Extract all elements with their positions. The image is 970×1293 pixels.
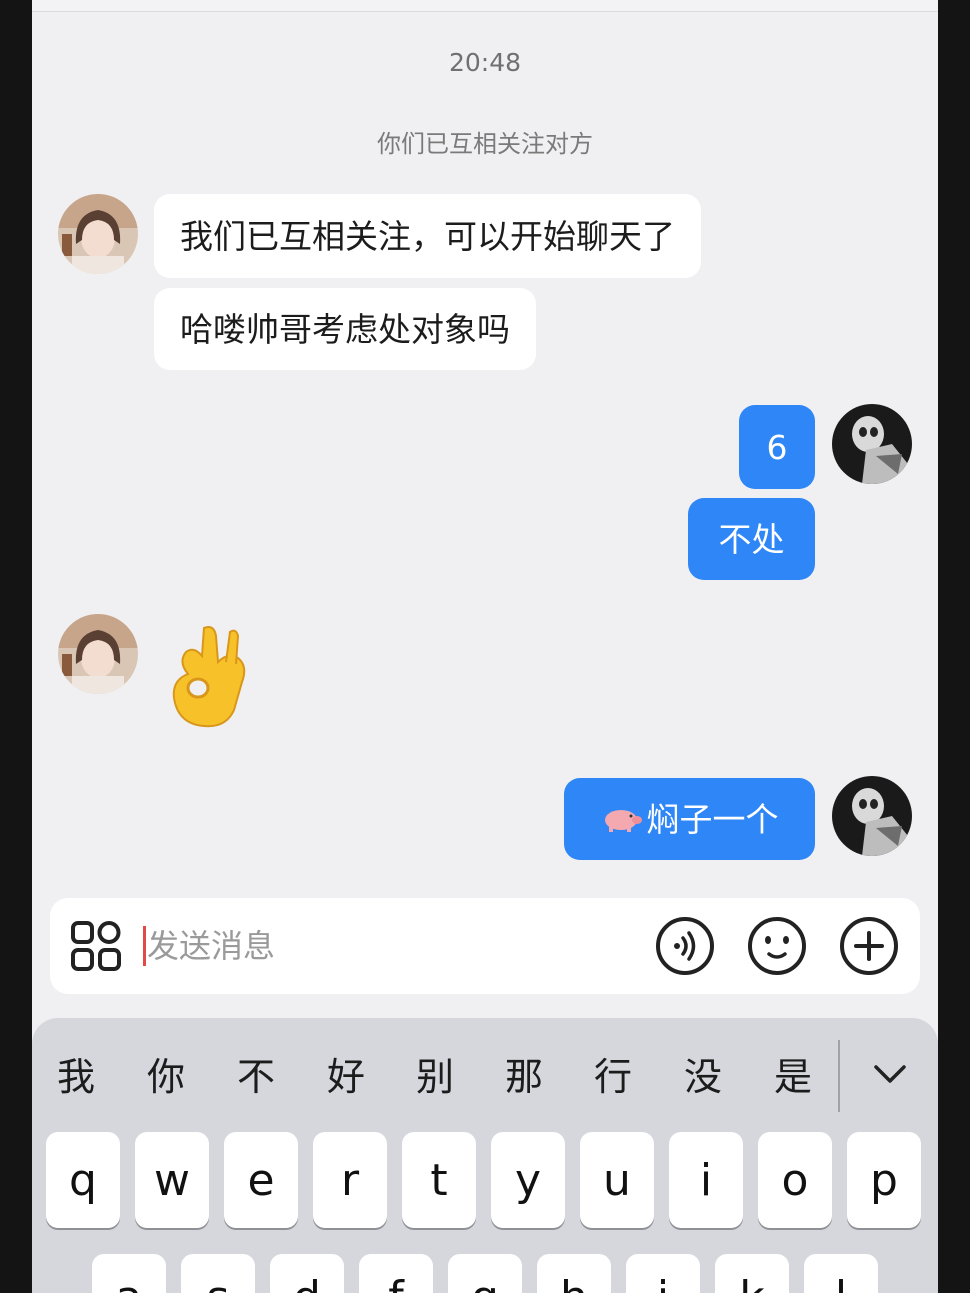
key-e[interactable]: e <box>224 1132 298 1228</box>
key-r[interactable]: r <box>313 1132 387 1228</box>
ok-hand-emoji-icon[interactable] <box>168 622 258 732</box>
emoji-icon <box>748 917 806 975</box>
message-text: 6 <box>766 427 788 467</box>
key-w[interactable]: w <box>135 1132 209 1228</box>
candidate-divider <box>838 1040 840 1112</box>
key-o[interactable]: o <box>758 1132 832 1228</box>
contact-avatar[interactable] <box>58 194 138 274</box>
message-text: 我们已互相关注，可以开始聊天了 <box>180 216 675 256</box>
candidate-word[interactable]: 你 <box>136 1046 196 1101</box>
key-i[interactable]: i <box>669 1132 743 1228</box>
contact-avatar[interactable] <box>58 614 138 694</box>
avatar-photo-icon <box>832 404 912 484</box>
key-q[interactable]: q <box>46 1132 120 1228</box>
plus-icon <box>840 917 898 975</box>
message-bubble-outgoing[interactable]: 不处 <box>688 498 815 580</box>
message-input[interactable]: 发送消息 <box>147 920 627 972</box>
message-bubble-incoming[interactable]: 哈喽帅哥考虑处对象吗 <box>154 288 536 370</box>
message-input-bar: 发送消息 <box>50 898 920 994</box>
apps-icon[interactable] <box>70 920 122 972</box>
key-k[interactable]: k <box>715 1254 789 1293</box>
candidate-word[interactable]: 好 <box>316 1046 376 1101</box>
key-j[interactable]: j <box>626 1254 700 1293</box>
message-timestamp: 20:48 <box>448 48 522 77</box>
key-f[interactable]: f <box>359 1254 433 1293</box>
key-l[interactable]: l <box>804 1254 878 1293</box>
candidate-word[interactable]: 没 <box>673 1046 733 1101</box>
message-bubble-outgoing[interactable]: 6 <box>739 405 815 489</box>
message-text: 不处 <box>718 519 785 559</box>
my-avatar[interactable] <box>832 776 912 856</box>
chevron-down-icon[interactable] <box>870 1054 910 1094</box>
message-bubble-incoming[interactable]: 我们已互相关注，可以开始聊天了 <box>154 194 701 278</box>
avatar-photo-icon <box>58 194 138 274</box>
key-a[interactable]: a <box>92 1254 166 1293</box>
key-h[interactable]: h <box>537 1254 611 1293</box>
avatar-photo-icon <box>832 776 912 856</box>
system-note: 你们已互相关注对方 <box>377 130 593 158</box>
candidate-word[interactable]: 不 <box>226 1046 286 1101</box>
more-button[interactable] <box>839 916 899 976</box>
candidate-word[interactable]: 我 <box>46 1046 106 1101</box>
pig-emoji-icon <box>604 810 642 832</box>
message-text: 哈喽帅哥考虑处对象吗 <box>180 309 510 349</box>
key-y[interactable]: y <box>491 1132 565 1228</box>
chat-screen: 20:48 你们已互相关注对方 我们已互相关注，可以开始聊天了 哈喽帅哥考虑处对… <box>32 0 938 1293</box>
key-t[interactable]: t <box>402 1132 476 1228</box>
message-text: 焖子一个 <box>646 799 779 839</box>
candidate-word[interactable]: 那 <box>494 1046 554 1101</box>
key-s[interactable]: s <box>181 1254 255 1293</box>
candidate-word[interactable]: 别 <box>405 1046 465 1101</box>
my-avatar[interactable] <box>832 404 912 484</box>
key-d[interactable]: d <box>270 1254 344 1293</box>
header-divider <box>32 0 938 12</box>
key-u[interactable]: u <box>580 1132 654 1228</box>
voice-button[interactable] <box>655 916 715 976</box>
key-p[interactable]: p <box>847 1132 921 1228</box>
voice-icon <box>656 917 714 975</box>
key-g[interactable]: g <box>448 1254 522 1293</box>
candidate-bar: 我 你 不 好 别 那 行 没 是 <box>32 1046 938 1106</box>
text-caret <box>143 926 146 966</box>
avatar-photo-icon <box>58 614 138 694</box>
emoji-button[interactable] <box>747 916 807 976</box>
candidate-word[interactable]: 是 <box>763 1046 823 1101</box>
candidate-word[interactable]: 行 <box>583 1046 643 1101</box>
keyboard: 我 你 不 好 别 那 行 没 是 q w e r t y u i o p a <box>32 1018 938 1293</box>
message-bubble-outgoing[interactable]: 焖子一个 <box>564 778 815 860</box>
